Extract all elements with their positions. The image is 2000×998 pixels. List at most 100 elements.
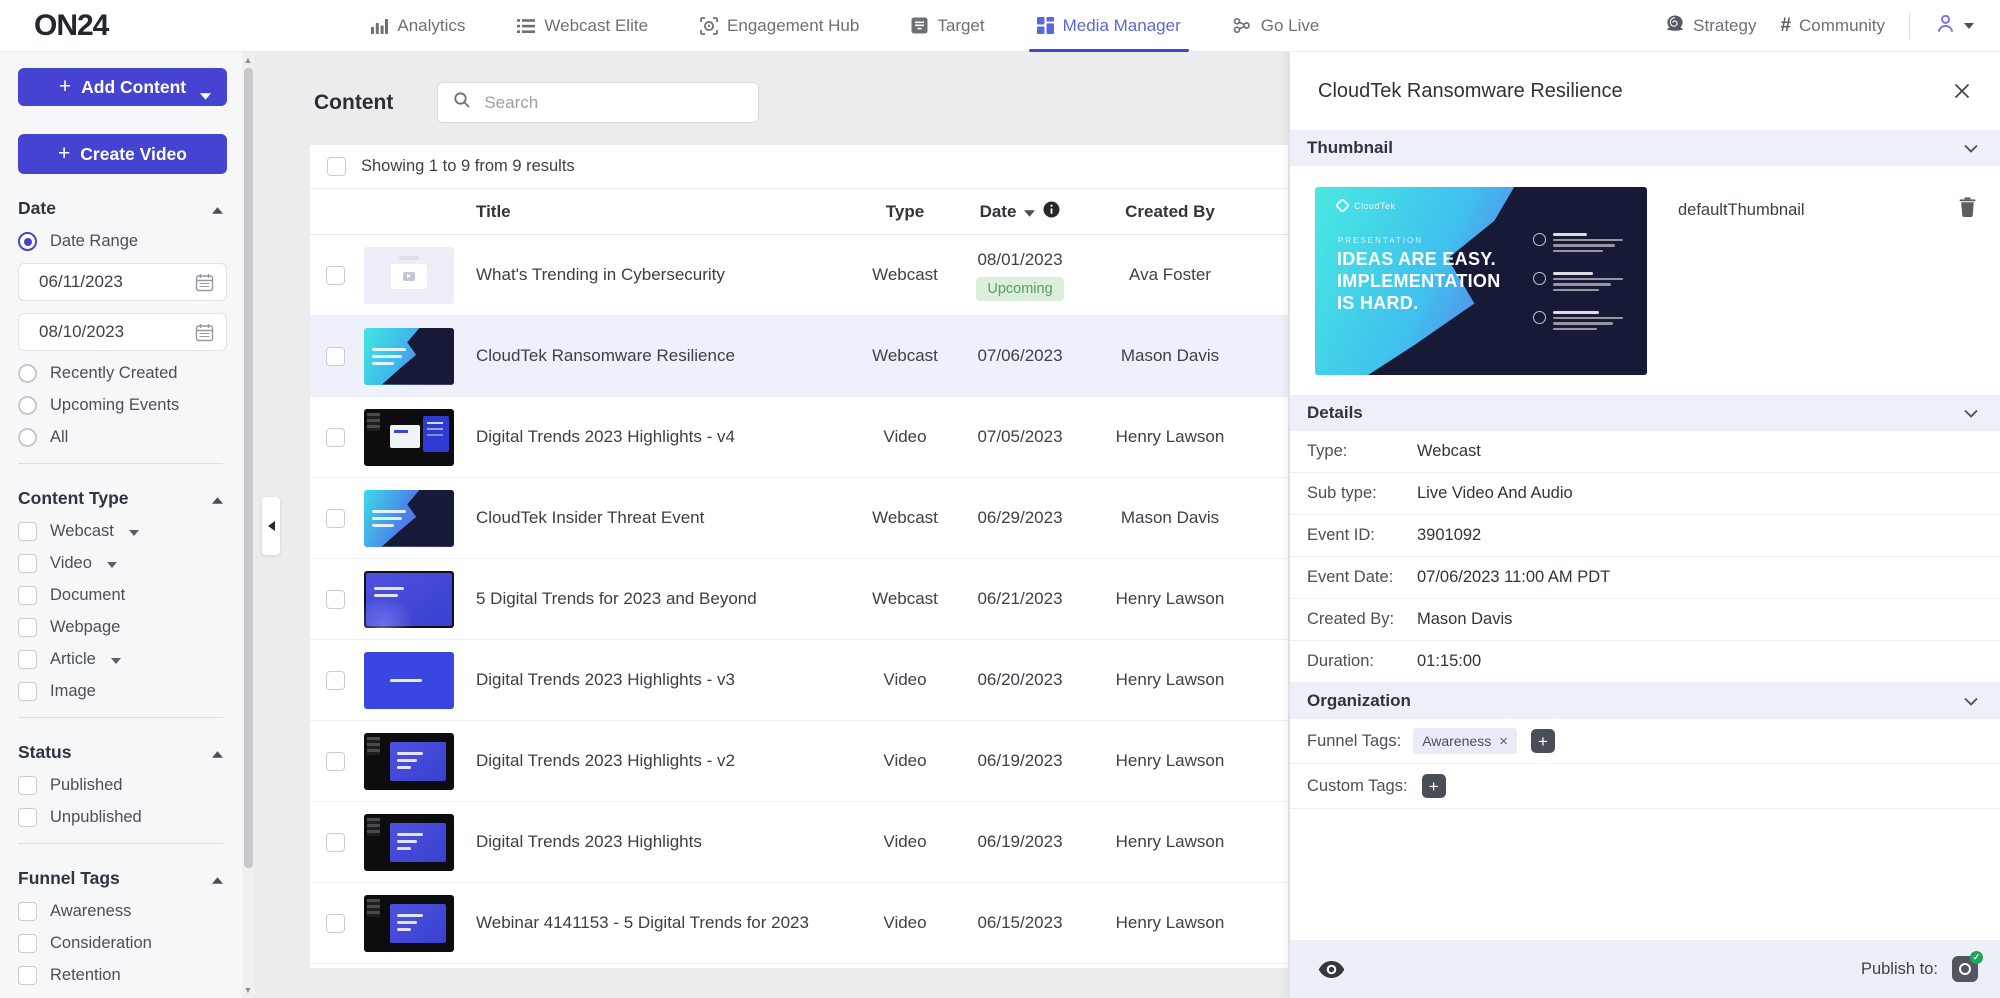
checkbox[interactable] [18, 776, 37, 795]
funnel-tag-chip[interactable]: Awareness [1413, 728, 1517, 754]
chevron-down-icon[interactable] [1964, 409, 1978, 418]
radio-upcoming-events[interactable]: Upcoming Events [18, 396, 227, 415]
sidebar-scrollbar[interactable]: ▲ ▼ [242, 52, 254, 998]
nav-analytics[interactable]: Analytics [370, 0, 465, 52]
calendar-icon[interactable] [195, 273, 214, 292]
filter-webpage[interactable]: Webpage [18, 618, 227, 637]
trash-icon[interactable] [1959, 197, 1976, 222]
checkbox[interactable] [18, 934, 37, 953]
filter-awareness[interactable]: Awareness [18, 902, 227, 921]
table-row[interactable]: Webinar 4141153 - 5 Digital Trends for 2… [310, 883, 1288, 964]
checkbox[interactable] [18, 586, 37, 605]
calendar-icon[interactable] [195, 323, 214, 342]
info-icon[interactable] [1043, 201, 1060, 223]
filter-article[interactable]: Article [18, 650, 227, 669]
row-title[interactable]: CloudTek Insider Threat Event [468, 508, 850, 528]
date-section-header[interactable]: Date [18, 198, 227, 219]
filter-retention[interactable]: Retention [18, 966, 227, 985]
caret-down-icon[interactable] [129, 522, 139, 541]
column-type[interactable]: Type [850, 202, 960, 222]
filter-document[interactable]: Document [18, 586, 227, 605]
radio-selected[interactable] [18, 232, 37, 251]
funnel-tags-section-header[interactable]: Funnel Tags [18, 868, 227, 889]
thumbnail-section-bar[interactable]: Thumbnail [1290, 130, 2000, 166]
column-title[interactable]: Title [468, 202, 850, 222]
row-checkbox[interactable] [326, 428, 345, 447]
user-menu[interactable] [1934, 12, 1974, 40]
row-title[interactable]: What's Trending in Cybersecurity [468, 265, 850, 285]
checkbox[interactable] [18, 808, 37, 827]
filter-webcast[interactable]: Webcast [18, 522, 227, 541]
column-created-by[interactable]: Created By [1080, 202, 1260, 222]
row-checkbox[interactable] [326, 752, 345, 771]
checkbox[interactable] [18, 554, 37, 573]
radio-recently-created[interactable]: Recently Created [18, 364, 227, 383]
caret-down-icon[interactable] [107, 554, 117, 573]
date-to-input[interactable]: 08/10/2023 [18, 313, 227, 351]
content-type-section-header[interactable]: Content Type [18, 488, 227, 509]
table-row[interactable]: Digital Trends 2023 HighlightsVideo06/19… [310, 802, 1288, 883]
scrollbar-thumb[interactable] [244, 68, 253, 868]
row-title[interactable]: CloudTek Ransomware Resilience [468, 346, 850, 366]
on24-logo[interactable]: ON24 [34, 9, 108, 43]
checkbox[interactable] [18, 618, 37, 637]
caret-down-icon[interactable] [111, 650, 121, 669]
filter-consideration[interactable]: Consideration [18, 934, 227, 953]
sidebar-collapse-handle[interactable] [262, 497, 280, 555]
column-date[interactable]: Date [960, 201, 1080, 223]
nav-webcast-elite[interactable]: Webcast Elite [517, 0, 648, 52]
status-section-header[interactable]: Status [18, 742, 227, 763]
sort-caret-icon[interactable] [1024, 202, 1035, 222]
table-row[interactable]: Digital Trends 2023 Highlights - v2Video… [310, 721, 1288, 802]
radio[interactable] [18, 428, 37, 447]
checkbox[interactable] [18, 682, 37, 701]
row-checkbox[interactable] [326, 590, 345, 609]
radio[interactable] [18, 364, 37, 383]
row-title[interactable]: Digital Trends 2023 Highlights [468, 832, 850, 852]
row-title[interactable]: 5 Digital Trends for 2023 and Beyond [468, 589, 850, 609]
date-from-input[interactable]: 06/11/2023 [18, 263, 227, 301]
table-row[interactable]: Digital Trends 2023 Highlights - v3Video… [310, 640, 1288, 721]
row-checkbox[interactable] [326, 509, 345, 528]
close-icon[interactable] [1948, 77, 1976, 105]
table-row[interactable]: 5 Digital Trends for 2023 and BeyondWebc… [310, 559, 1288, 640]
row-title[interactable]: Digital Trends 2023 Highlights - v4 [468, 427, 850, 447]
filter-video[interactable]: Video [18, 554, 227, 573]
row-checkbox[interactable] [326, 671, 345, 690]
table-row[interactable]: CloudTek Insider Threat EventWebcast06/2… [310, 478, 1288, 559]
nav-go-live[interactable]: Go Live [1233, 0, 1320, 52]
row-checkbox[interactable] [326, 347, 345, 366]
table-row[interactable]: Digital Trends 2023 Highlights - v4Video… [310, 397, 1288, 478]
row-title[interactable]: Digital Trends 2023 Highlights - v3 [468, 670, 850, 690]
scroll-up-icon[interactable]: ▲ [243, 55, 253, 65]
add-custom-tag-button[interactable] [1422, 774, 1446, 798]
radio[interactable] [18, 396, 37, 415]
table-row[interactable]: What's Trending in CybersecurityWebcast0… [310, 235, 1288, 316]
scroll-down-icon[interactable]: ▼ [243, 985, 253, 995]
row-title[interactable]: Digital Trends 2023 Highlights - v2 [468, 751, 850, 771]
checkbox[interactable] [18, 650, 37, 669]
preview-eye-icon[interactable] [1318, 961, 1345, 978]
nav-media-manager[interactable]: Media Manager [1037, 0, 1181, 52]
caret-down-icon[interactable] [200, 84, 211, 105]
chevron-down-icon[interactable] [1964, 144, 1978, 153]
create-video-button[interactable]: Create Video [18, 134, 227, 174]
remove-tag-icon[interactable] [1499, 733, 1508, 749]
thumbnail-image[interactable]: CloudTek PRESENTATION IDEAS ARE EASY. IM… [1315, 187, 1647, 375]
row-checkbox[interactable] [326, 833, 345, 852]
row-title[interactable]: Webinar 4141153 - 5 Digital Trends for 2… [468, 913, 850, 933]
nav-strategy[interactable]: Strategy [1665, 15, 1756, 36]
filter-image[interactable]: Image [18, 682, 227, 701]
nav-engagement-hub[interactable]: Engagement Hub [700, 0, 859, 52]
publish-icon[interactable] [1952, 956, 1978, 982]
filter-unpublished[interactable]: Unpublished [18, 808, 227, 827]
search-input[interactable] [482, 92, 746, 114]
radio-all[interactable]: All [18, 428, 227, 447]
filter-published[interactable]: Published [18, 776, 227, 795]
select-all-checkbox[interactable] [327, 157, 346, 176]
row-checkbox[interactable] [326, 914, 345, 933]
add-funnel-tag-button[interactable] [1531, 729, 1555, 753]
nav-community[interactable]: Community [1780, 15, 1885, 37]
row-checkbox[interactable] [326, 266, 345, 285]
chevron-down-icon[interactable] [1964, 697, 1978, 706]
